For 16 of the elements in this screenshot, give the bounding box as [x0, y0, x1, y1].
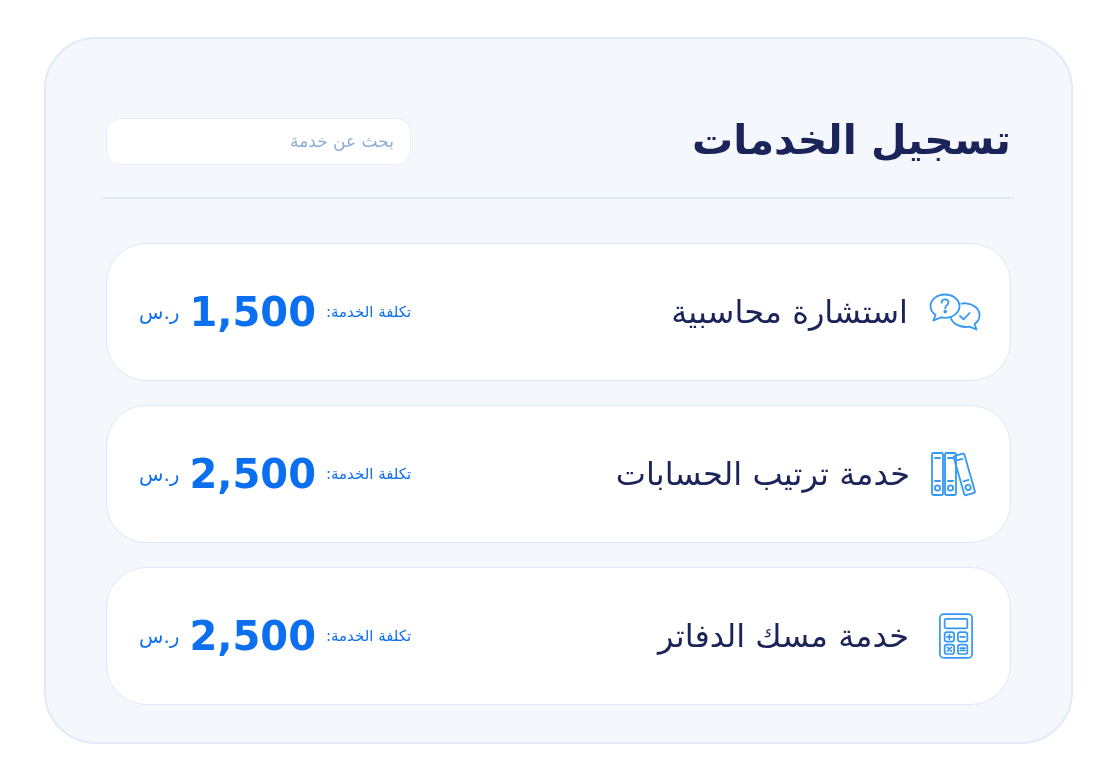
service-price: 2,500	[189, 451, 316, 497]
search-field[interactable]: بحث عن خدمة	[106, 117, 411, 165]
page-title: تسجيل الخدمات	[692, 116, 1011, 166]
service-name: خدمة ترتيب الحسابات	[615, 455, 910, 493]
service-price: 1,500	[189, 289, 316, 335]
currency-label: ر.س	[139, 300, 180, 324]
cost-label: تكلفة الخدمة:	[325, 303, 412, 321]
currency-label: ر.س	[139, 462, 180, 486]
currency-label: ر.س	[139, 624, 180, 648]
calculator-icon	[938, 612, 974, 660]
cost-label: تكلفة الخدمة:	[325, 465, 412, 483]
chat-bubbles-icon	[928, 292, 982, 332]
service-name: استشارة محاسبية	[671, 293, 908, 331]
service-price: 2,500	[189, 613, 316, 659]
cost-label: تكلفة الخدمة:	[325, 627, 412, 645]
service-name: خدمة مسك الدفاتر	[658, 617, 909, 655]
